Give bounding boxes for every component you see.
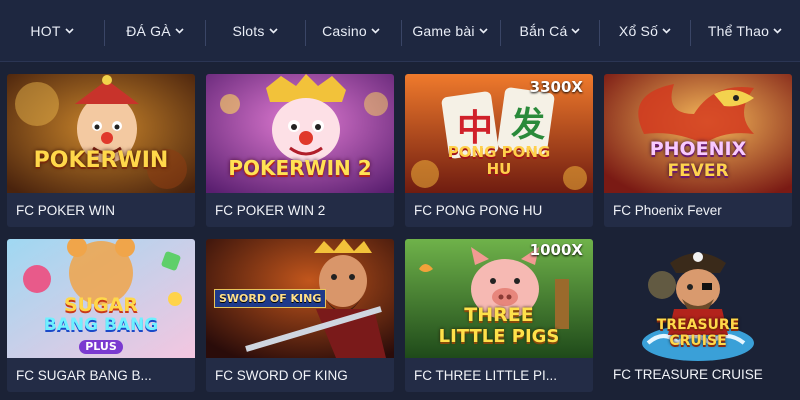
game-card-pong-pong-hu[interactable]: 中 发 3300X PONG PONG HU FC PONG PONG HU [405,74,593,227]
category-nav: HOT ĐÁ GÀ Slots Casino Game bài Bắn Cá X… [0,0,800,62]
svg-text:发: 发 [511,105,545,145]
game-card-poker-win[interactable]: POKERWIN FC POKER WIN [7,74,195,227]
nav-divider [205,20,206,46]
game-logo: TREASURE CRUISE [656,317,740,349]
nav-item-hot[interactable]: HOT [22,0,82,62]
chevron-down-icon [479,28,488,34]
game-thumbnail: POKERWIN 2 [206,74,394,193]
nav-item-label: Slots [232,23,265,39]
chevron-down-icon [371,28,380,34]
nav-item-label: Thể Thao [707,23,770,39]
game-logo: POKERWIN [33,148,169,173]
nav-divider [305,20,306,46]
nav-divider [401,20,402,46]
game-logo: POKERWIN 2 [228,156,372,180]
game-thumbnail: POKERWIN [7,74,195,193]
game-logo: SWORD OF KING [214,289,327,308]
game-title: FC SWORD OF KING [215,367,348,383]
chevron-down-icon [571,28,581,34]
nav-divider [690,20,691,46]
nav-item-label: Casino [322,23,367,39]
game-card-treasure-cruise[interactable]: TREASURE CRUISE FC TREASURE CRUISE [604,239,792,392]
game-logo: THREE LITTLE PIGS [438,304,560,348]
game-title: FC Phoenix Fever [613,202,722,218]
nav-item-ban-ca[interactable]: Bắn Cá [510,0,590,62]
nav-divider [104,20,105,46]
game-title: FC SUGAR BANG B... [16,367,152,383]
nav-item-label: Xổ Số [618,23,659,39]
game-title: FC TREASURE CRUISE [613,366,763,382]
chevron-down-icon [773,28,782,34]
chevron-down-icon [662,28,671,34]
game-thumbnail: 1000X THREE LITTLE PIGS [405,239,593,358]
game-logo: SUGAR BANG BANG PLUS [43,294,159,354]
nav-item-label: ĐÁ GÀ [126,23,171,39]
nav-item-the-thao[interactable]: Thể Thao [702,0,788,62]
game-logo: PHOENIX FEVER [649,138,747,181]
game-title: FC PONG PONG HU [414,202,543,218]
game-thumbnail: SUGAR BANG BANG PLUS [7,239,195,358]
chevron-down-icon [175,28,184,34]
game-title: FC THREE LITTLE PI... [414,367,558,383]
nav-item-da-ga[interactable]: ĐÁ GÀ [116,0,194,62]
game-card-poker-win-2[interactable]: POKERWIN 2 FC POKER WIN 2 [206,74,394,227]
game-card-sugar-bang-bang[interactable]: SUGAR BANG BANG PLUS FC SUGAR BANG B... [7,239,195,392]
game-card-sword-of-king[interactable]: SWORD OF KING FC SWORD OF KING [206,239,394,392]
nav-item-label: HOT [30,23,61,39]
game-thumbnail: PHOENIX FEVER [604,74,792,193]
nav-item-label: Bắn Cá [519,23,568,39]
nav-item-game-bai[interactable]: Game bài [406,0,494,62]
game-card-phoenix-fever[interactable]: PHOENIX FEVER FC Phoenix Fever [604,74,792,227]
nav-item-xo-so[interactable]: Xổ Số [612,0,678,62]
nav-item-slots[interactable]: Slots [220,0,290,62]
game-badge: 1000X [529,241,583,259]
nav-divider [599,20,600,46]
game-badge: 3300X [529,78,583,96]
nav-item-casino[interactable]: Casino [316,0,386,62]
game-logo: PONG PONG HU [447,143,551,178]
game-thumbnail: SWORD OF KING [206,239,394,358]
game-card-three-little-pigs[interactable]: 1000X THREE LITTLE PIGS FC THREE LITTLE … [405,239,593,392]
game-title: FC POKER WIN [16,202,116,218]
chevron-down-icon [65,28,74,34]
game-thumbnail: 中 发 3300X PONG PONG HU [405,74,593,193]
nav-divider [500,20,501,46]
game-title: FC POKER WIN 2 [215,202,326,218]
chevron-down-icon [268,28,278,34]
game-thumbnail: TREASURE CRUISE [604,243,792,371]
nav-item-label: Game bài [412,23,475,39]
